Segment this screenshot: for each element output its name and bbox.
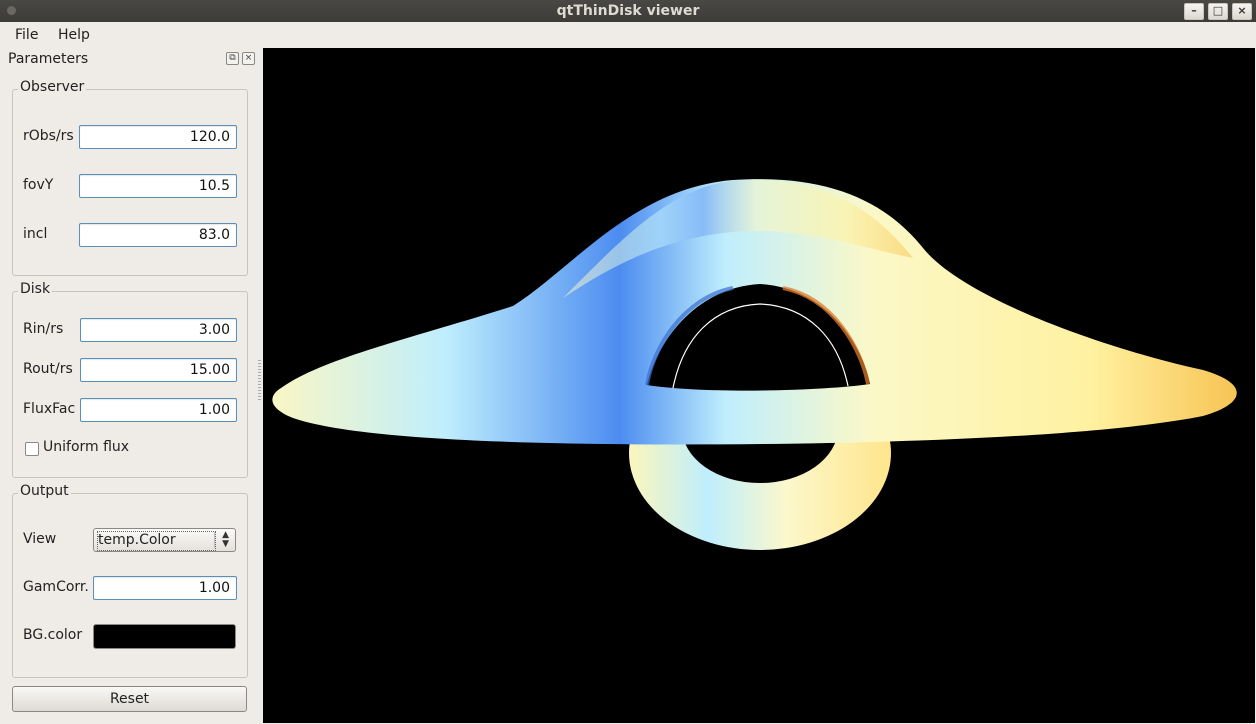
view-label: View <box>23 531 57 547</box>
up-down-arrow-icon: ▲ ▼ <box>222 530 229 549</box>
incl-label: incl <box>23 226 48 242</box>
rout-input[interactable] <box>80 358 237 382</box>
splitter-handle[interactable] <box>258 360 261 400</box>
output-group-title: Output <box>18 483 71 499</box>
render-viewport[interactable] <box>263 48 1255 723</box>
window-menu-icon[interactable] <box>7 6 16 15</box>
uniform-flux-label: Uniform flux <box>43 439 130 455</box>
fluxfac-label: FluxFac <box>23 401 76 417</box>
combo-separator <box>214 532 215 548</box>
fovy-label: fovY <box>23 177 54 193</box>
uniform-flux-checkbox[interactable] <box>25 442 39 456</box>
bgcolor-button[interactable] <box>93 624 236 649</box>
minimize-icon[interactable]: – <box>1184 3 1204 20</box>
close-dock-icon[interactable]: × <box>242 52 255 65</box>
view-select-value: temp.Color <box>98 532 176 548</box>
gamcorr-input[interactable] <box>93 576 237 600</box>
menu-help[interactable]: Help <box>58 27 90 43</box>
observer-group-title: Observer <box>18 79 87 95</box>
disk-group-title: Disk <box>18 281 53 297</box>
fluxfac-input[interactable] <box>80 398 237 422</box>
view-select[interactable]: temp.Color ▲ ▼ <box>93 528 236 552</box>
menu-file[interactable]: File <box>15 27 38 43</box>
bgcolor-label: BG.color <box>23 627 83 643</box>
gamcorr-label: GamCorr. <box>23 579 89 595</box>
maximize-icon[interactable]: □ <box>1208 3 1228 20</box>
robs-input[interactable] <box>79 125 237 149</box>
menubar: File Help <box>0 23 1256 48</box>
reset-button[interactable]: Reset <box>12 686 247 712</box>
rout-label: Rout/rs <box>23 361 73 377</box>
rin-input[interactable] <box>80 318 237 342</box>
rin-label: Rin/rs <box>23 321 64 337</box>
dock-title: Parameters <box>8 51 89 67</box>
black-hole-disk-render <box>272 179 1237 550</box>
close-icon[interactable]: × <box>1232 3 1252 20</box>
robs-label: rObs/rs <box>23 128 74 144</box>
incl-input[interactable] <box>79 223 237 247</box>
window-title: qtThinDisk viewer <box>556 3 700 19</box>
window-titlebar: qtThinDisk viewer – □ × <box>0 0 1256 22</box>
fovy-input[interactable] <box>79 174 237 198</box>
float-dock-icon[interactable]: ⧉ <box>226 52 239 65</box>
